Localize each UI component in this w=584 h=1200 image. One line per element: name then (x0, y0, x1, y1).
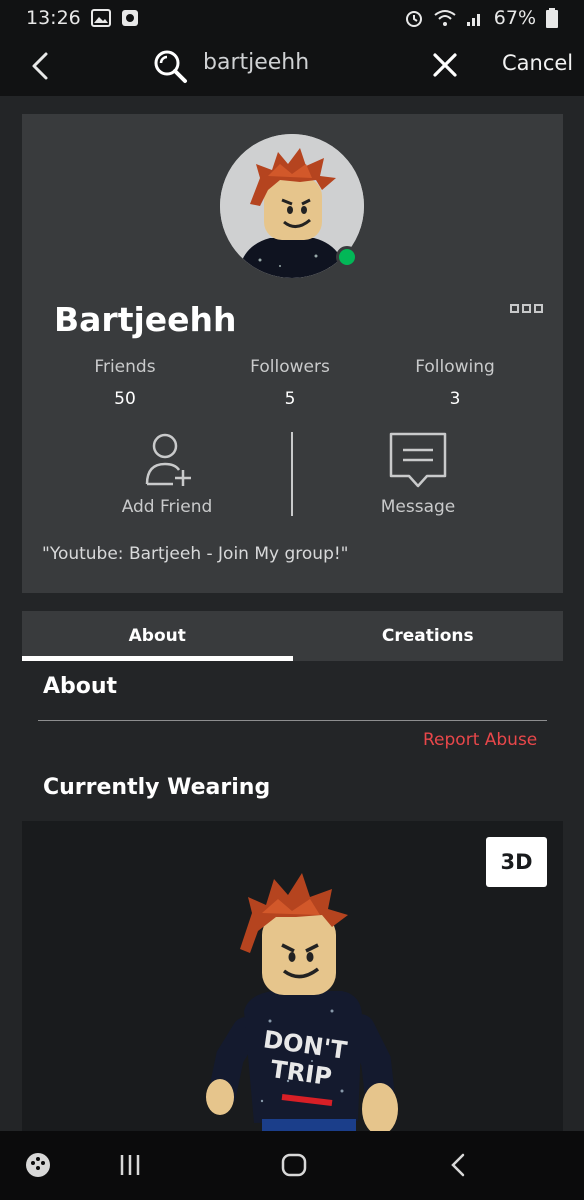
add-friend-icon (145, 433, 191, 486)
tab-creations[interactable]: Creations (293, 611, 564, 661)
cancel-button[interactable]: Cancel (502, 51, 573, 75)
tab-label: Creations (381, 626, 474, 646)
home-icon[interactable] (280, 1151, 308, 1179)
profile-bio: "Youtube: Bartjeeh - Join My group!" (42, 544, 349, 564)
profile-card: Bartjeehh Friends 50 Followers 5 Followi… (22, 114, 563, 593)
username: Bartjeehh (54, 300, 237, 339)
more-dot (534, 304, 543, 313)
report-abuse-link[interactable]: Report Abuse (423, 730, 537, 750)
search-header: bartjeehh Cancel (0, 36, 584, 96)
app-notification-icon (121, 10, 138, 26)
tab-label: About (128, 626, 186, 646)
currently-wearing-heading: Currently Wearing (43, 775, 271, 800)
close-icon[interactable] (432, 52, 458, 78)
stat-label: Friends (94, 357, 156, 377)
gallery-notification-icon (90, 9, 111, 27)
search-icon (154, 50, 187, 83)
toggle-3d-button[interactable]: 3D (486, 837, 547, 887)
recent-apps-icon[interactable] (118, 1151, 142, 1179)
more-dot (522, 304, 531, 313)
about-heading: About (43, 674, 118, 699)
wifi-icon (434, 10, 456, 26)
message-label: Message (380, 497, 456, 517)
stat-value: 5 (284, 389, 296, 409)
message-button[interactable]: Message (348, 432, 488, 517)
active-tab-indicator (22, 656, 293, 661)
status-bar: 13:26 67% (0, 0, 584, 36)
game-launcher-icon[interactable] (24, 1151, 52, 1179)
battery-icon (546, 8, 558, 28)
signal-icon (466, 14, 480, 26)
status-right: 67% (404, 7, 558, 29)
chevron-left-icon[interactable] (26, 50, 54, 82)
section-divider (38, 720, 547, 721)
avatar-preview[interactable]: 3D DON'T TRIP (22, 821, 563, 1131)
battery-percent: 67% (493, 7, 536, 29)
stat-value: 50 (114, 389, 136, 409)
followers-stat[interactable]: Followers 5 (210, 357, 370, 409)
status-left: 13:26 (26, 7, 139, 29)
tab-about[interactable]: About (22, 611, 293, 661)
avatar-full-body: DON'T TRIP (206, 873, 398, 1131)
profile-tabs: About Creations (22, 611, 563, 661)
more-dot (510, 304, 519, 313)
message-icon (389, 432, 447, 488)
stat-value: 3 (449, 389, 461, 409)
search-input[interactable]: bartjeehh (203, 50, 309, 75)
status-time: 13:26 (26, 7, 81, 29)
more-options-icon[interactable] (510, 304, 543, 313)
back-nav-icon[interactable] (446, 1151, 470, 1179)
system-navigation-bar (0, 1131, 584, 1200)
stat-label: Followers (250, 357, 330, 377)
add-friend-label: Add Friend (121, 497, 213, 517)
alarm-icon (405, 11, 422, 27)
friends-stat[interactable]: Friends 50 (45, 357, 205, 409)
following-stat[interactable]: Following 3 (375, 357, 535, 409)
add-friend-button[interactable]: Add Friend (97, 432, 237, 517)
stat-label: Following (415, 357, 495, 377)
online-status-indicator (336, 246, 358, 268)
action-divider (291, 432, 293, 516)
